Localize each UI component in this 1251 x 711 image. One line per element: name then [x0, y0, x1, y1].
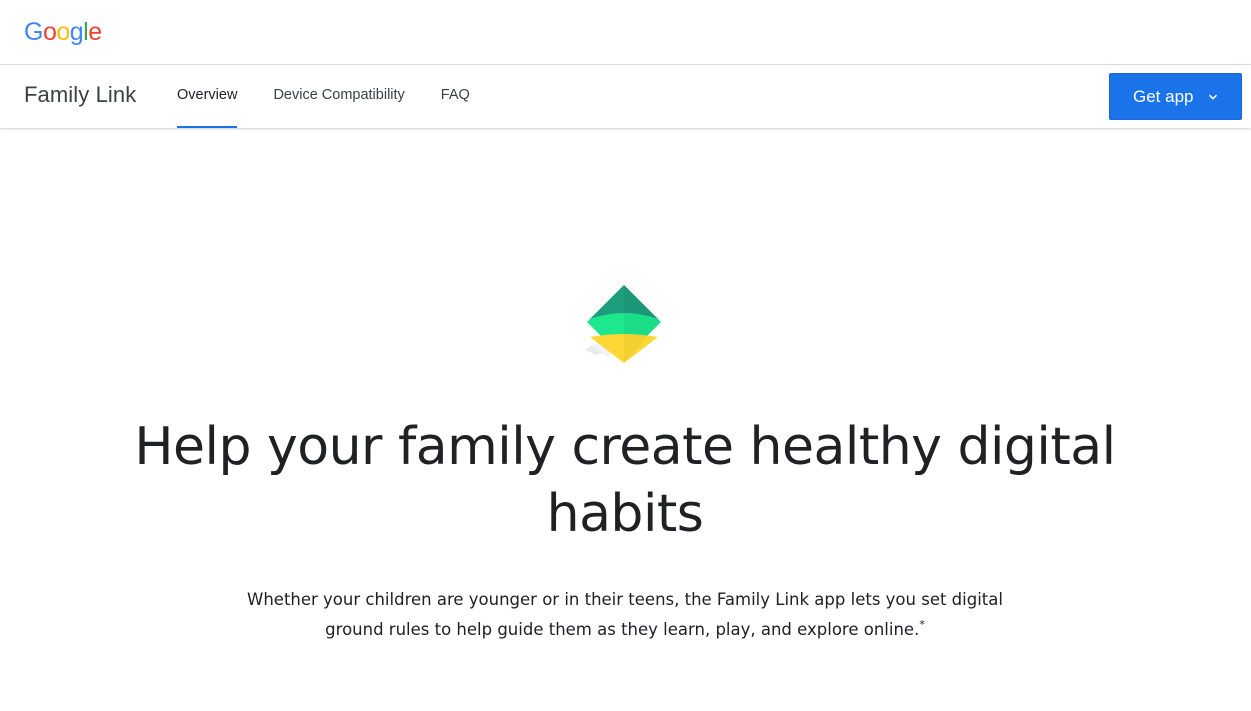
tab-overview[interactable]: Overview — [177, 65, 238, 128]
google-logo[interactable]: Google — [24, 17, 102, 47]
google-logo-letter: o — [56, 17, 70, 46]
nav-tabs: Overview Device Compatibility FAQ — [177, 65, 506, 128]
get-app-button[interactable]: Get app — [1109, 73, 1242, 120]
hero-section: Help your family create healthy digital … — [0, 128, 1251, 711]
family-link-logo-icon — [585, 285, 661, 363]
get-app-label: Get app — [1133, 86, 1194, 106]
product-nav: Family Link Overview Device Compatibilit… — [0, 65, 1251, 128]
tab-device-compatibility[interactable]: Device Compatibility — [273, 65, 404, 128]
product-name-link[interactable]: Family Link — [24, 82, 136, 108]
hero-description: Whether your children are younger or in … — [225, 585, 1025, 645]
hero-description-text: Whether your children are younger or in … — [247, 590, 1003, 639]
google-logo-letter: G — [24, 17, 43, 46]
chevron-down-icon — [1208, 94, 1218, 100]
footnote-marker[interactable]: * — [919, 618, 925, 631]
google-logo-letter: g — [69, 17, 84, 46]
top-bar: Google — [0, 0, 1251, 65]
google-logo-letter: e — [88, 17, 102, 46]
hero-headline: Help your family create healthy digital … — [134, 417, 1116, 544]
tab-faq[interactable]: FAQ — [441, 65, 470, 128]
google-logo-letter: o — [42, 17, 57, 46]
